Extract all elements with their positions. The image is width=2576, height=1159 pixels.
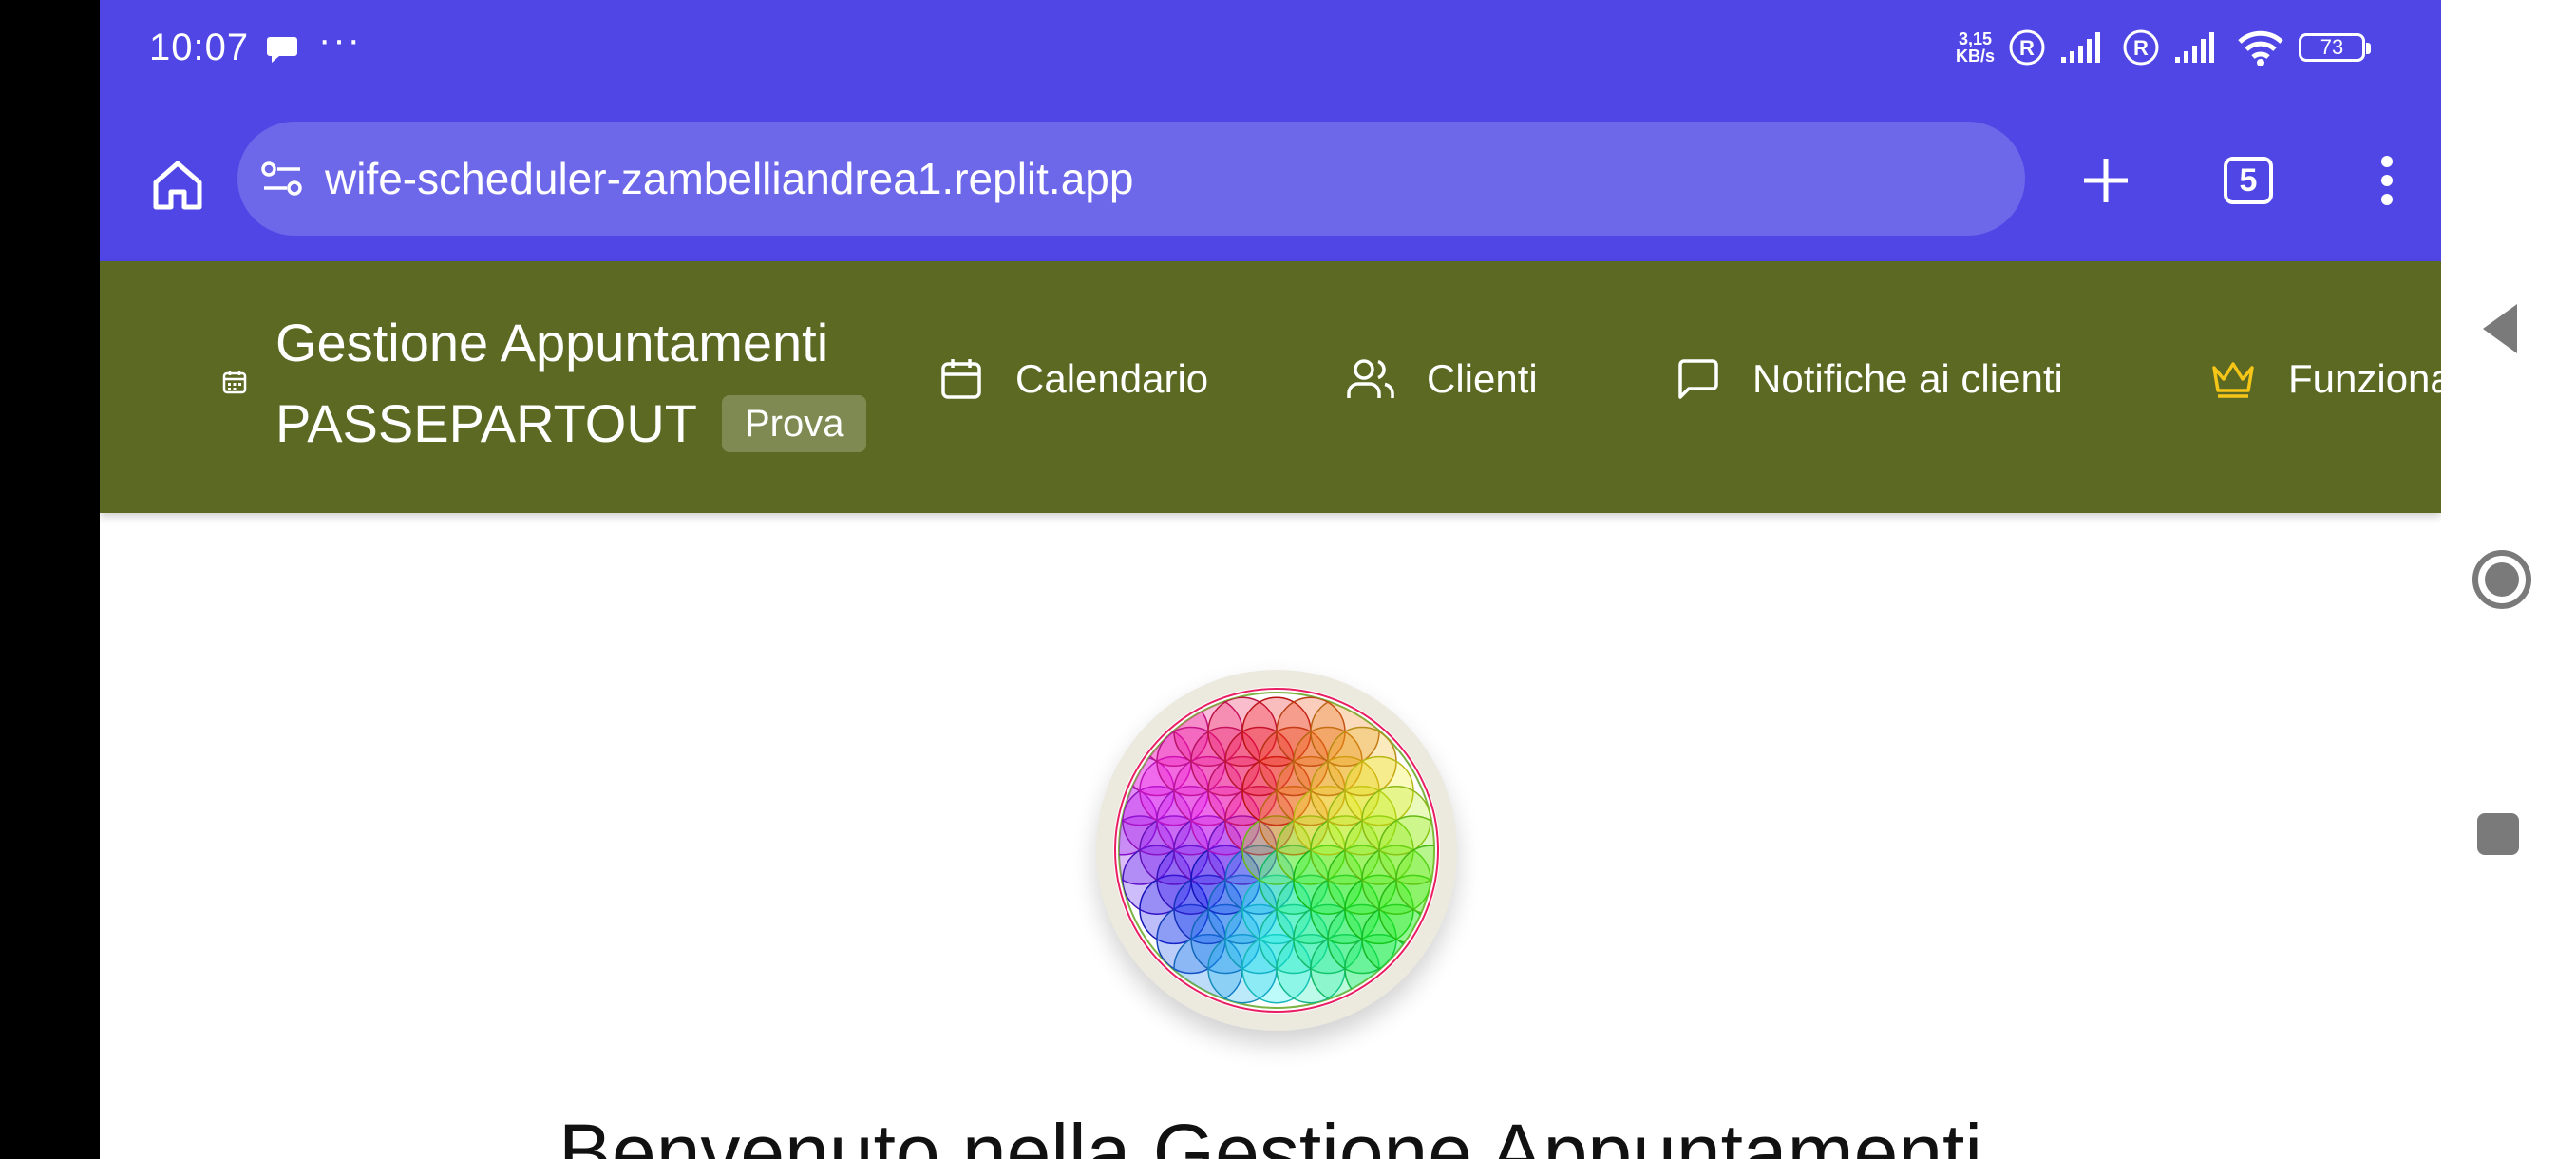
- roaming-label: R: [2019, 36, 2035, 60]
- signal-icon: [2061, 32, 2100, 63]
- address-bar[interactable]: wife-scheduler-zambelliandrea1.replit.ap…: [237, 122, 2025, 236]
- site-settings-button[interactable]: [258, 155, 306, 202]
- left-bezel: [0, 0, 100, 1159]
- system-navigation: [2441, 0, 2576, 1159]
- new-tab-button[interactable]: [2068, 142, 2144, 218]
- app-subtitle-text: PASSEPARTOUT: [275, 393, 697, 453]
- browser-screen: 10:07 ··· 3,15 KB/s R R 73 wife-schedule…: [100, 0, 2441, 1159]
- nav-notifications-label: Notifiche ai clienti: [1752, 356, 2063, 401]
- nav-calendar-label: Calendario: [1015, 356, 1209, 401]
- nav-premium-label: Funzionalità Premium: [2288, 356, 2441, 401]
- back-icon: [2483, 304, 2517, 353]
- nav-clients-label: Clienti: [1427, 356, 1538, 401]
- tab-switcher-button[interactable]: 5: [2210, 142, 2286, 218]
- calendar-icon: [222, 370, 247, 394]
- calendar-icon: [941, 359, 981, 399]
- back-button[interactable]: [2479, 302, 2521, 360]
- welcome-heading: Benvenuto nella Gestione Appuntamenti: [558, 1108, 1983, 1159]
- app-title[interactable]: Gestione Appuntamenti: [275, 311, 828, 375]
- status-time: 10:07: [149, 27, 250, 68]
- nav-premium-features[interactable]: Funzionalità Premium: [2210, 356, 2441, 402]
- more-notifications-indicator: ···: [318, 19, 362, 61]
- network-speed-value: 3,15: [1958, 29, 1993, 48]
- signal-icon: [2175, 32, 2214, 63]
- nav-notifications[interactable]: Notifiche ai clienti: [1676, 356, 2063, 402]
- recents-icon: [2477, 813, 2519, 855]
- home-icon: [153, 161, 202, 210]
- app-header: Gestione Appuntamenti PASSEPARTOUT Prova…: [100, 261, 2441, 513]
- crown-icon: [2212, 362, 2254, 398]
- more-vert-icon: [2381, 156, 2393, 205]
- network-speed-unit: KB/s: [1955, 47, 1995, 66]
- users-icon: [1347, 359, 1394, 398]
- network-speed: 3,15 KB/s: [1956, 30, 1995, 65]
- home-circle-icon: [2472, 550, 2531, 609]
- message-icon: [1678, 359, 1718, 399]
- home-button[interactable]: [140, 147, 216, 223]
- plus-icon: [2084, 159, 2128, 202]
- roaming-icon: R: [2123, 29, 2159, 66]
- browser-toolbar: wife-scheduler-zambelliandrea1.replit.ap…: [100, 104, 2441, 261]
- url-text[interactable]: wife-scheduler-zambelliandrea1.replit.ap…: [325, 153, 1133, 204]
- roaming-icon: R: [2009, 29, 2045, 66]
- battery-indicator: 73: [2299, 33, 2371, 62]
- site-settings-icon: [261, 162, 302, 196]
- tabs-icon: 5: [2224, 157, 2273, 204]
- chat-notification-icon: [266, 34, 298, 69]
- app-subtitle: PASSEPARTOUT Prova: [275, 391, 867, 456]
- status-icons: 3,15 KB/s R R 73: [1956, 28, 2371, 66]
- nav-calendar[interactable]: Calendario: [939, 356, 1208, 402]
- nav-clients[interactable]: Clienti: [1347, 356, 1538, 402]
- browser-menu-button[interactable]: [2349, 142, 2425, 218]
- recents-button[interactable]: [2475, 811, 2521, 862]
- trial-badge: Prova: [721, 395, 867, 452]
- roaming-label: R: [2133, 36, 2149, 60]
- status-bar: 10:07 ··· 3,15 KB/s R R 73: [100, 0, 2441, 104]
- wifi-icon: [2238, 30, 2283, 66]
- flower-of-life-logo: [1096, 670, 1457, 1031]
- home-nav-button[interactable]: [2472, 549, 2532, 615]
